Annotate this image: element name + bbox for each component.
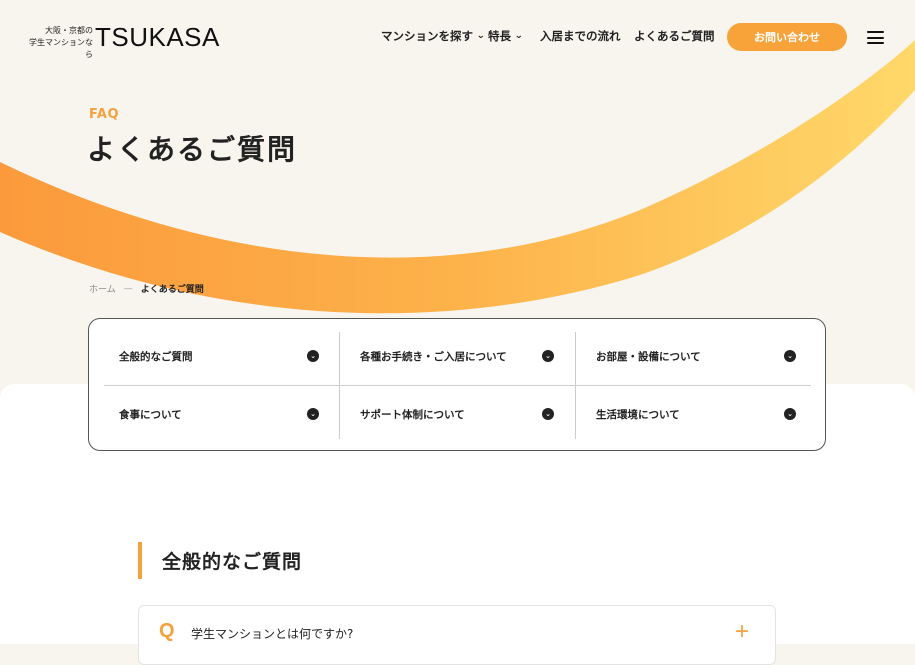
chevron-down-icon: ⌄ (307, 408, 319, 420)
category-environment[interactable]: 生活環境について ⌄ (596, 402, 796, 426)
contact-button[interactable]: お問い合わせ (727, 23, 847, 51)
divider (104, 385, 811, 386)
hamburger-line (867, 36, 884, 39)
page-title: よくあるご質問 (87, 133, 298, 166)
nav-item-search-mansion[interactable]: マンションを探す ⌄ (381, 28, 485, 44)
nav-item-features[interactable]: 特長 ⌄ (488, 28, 523, 44)
breadcrumb-separator: — (123, 283, 133, 294)
nav-item-label: よくあるご質問 (634, 29, 715, 43)
category-general[interactable]: 全般的なご質問 ⌄ (119, 344, 319, 368)
category-label: 各種お手続き・ご入居について (360, 350, 507, 363)
category-meals[interactable]: 食事について ⌄ (119, 402, 319, 426)
logo-tagline-line2: 学生マンションなら (29, 38, 93, 59)
plus-icon[interactable]: + (735, 618, 749, 646)
nav-item-faq[interactable]: よくあるご質問 (634, 28, 715, 44)
chevron-down-icon: ⌄ (542, 350, 554, 362)
hamburger-line (867, 31, 884, 33)
category-label: 生活環境について (596, 408, 680, 421)
section-title: 全般的なご質問 (138, 542, 302, 579)
category-support[interactable]: サポート体制について ⌄ (360, 402, 554, 426)
chevron-down-icon: ⌄ (307, 350, 319, 362)
category-procedures[interactable]: 各種お手続き・ご入居について ⌄ (360, 344, 554, 368)
breadcrumb-current: よくあるご質問 (140, 285, 204, 295)
category-label: 食事について (119, 408, 182, 421)
breadcrumb-home-link[interactable]: ホーム (89, 282, 116, 295)
category-rooms[interactable]: お部屋・設備について ⌄ (596, 344, 796, 368)
hamburger-icon[interactable] (867, 31, 884, 44)
question-marker: Q (159, 620, 175, 642)
chevron-down-icon: ⌄ (784, 408, 796, 420)
chevron-down-icon: ⌄ (514, 31, 524, 41)
site-header: 大阪・京都の 学生マンションなら TSUKASA マンションを探す ⌄ 特長 ⌄… (0, 0, 915, 72)
nav-item-label: 特長 (488, 29, 511, 43)
logo-tagline: 大阪・京都の 学生マンションなら (27, 25, 93, 61)
hero-eyebrow: FAQ (89, 107, 120, 122)
hamburger-line (867, 42, 884, 44)
faq-category-nav: 全般的なご質問 ⌄ 各種お手続き・ご入居について ⌄ お部屋・設備について ⌄ … (88, 318, 826, 451)
logo-brand: TSUKASA (95, 22, 220, 52)
chevron-down-icon: ⌄ (784, 350, 796, 362)
faq-item[interactable]: Q 学生マンションとは何ですか? + (138, 605, 776, 665)
chevron-down-icon: ⌄ (476, 31, 486, 41)
category-label: お部屋・設備について (596, 350, 701, 363)
nav-item-label: 入居までの流れ (540, 29, 621, 43)
logo-tagline-line1: 大阪・京都の (45, 26, 93, 35)
category-label: サポート体制について (360, 408, 465, 421)
nav-item-label: マンションを探す (381, 29, 473, 43)
breadcrumb: ホーム — よくあるご質問 (89, 282, 204, 296)
faq-question: 学生マンションとは何ですか? (191, 627, 354, 641)
chevron-down-icon: ⌄ (542, 408, 554, 420)
category-label: 全般的なご質問 (119, 350, 193, 363)
nav-item-flow[interactable]: 入居までの流れ (540, 28, 621, 44)
